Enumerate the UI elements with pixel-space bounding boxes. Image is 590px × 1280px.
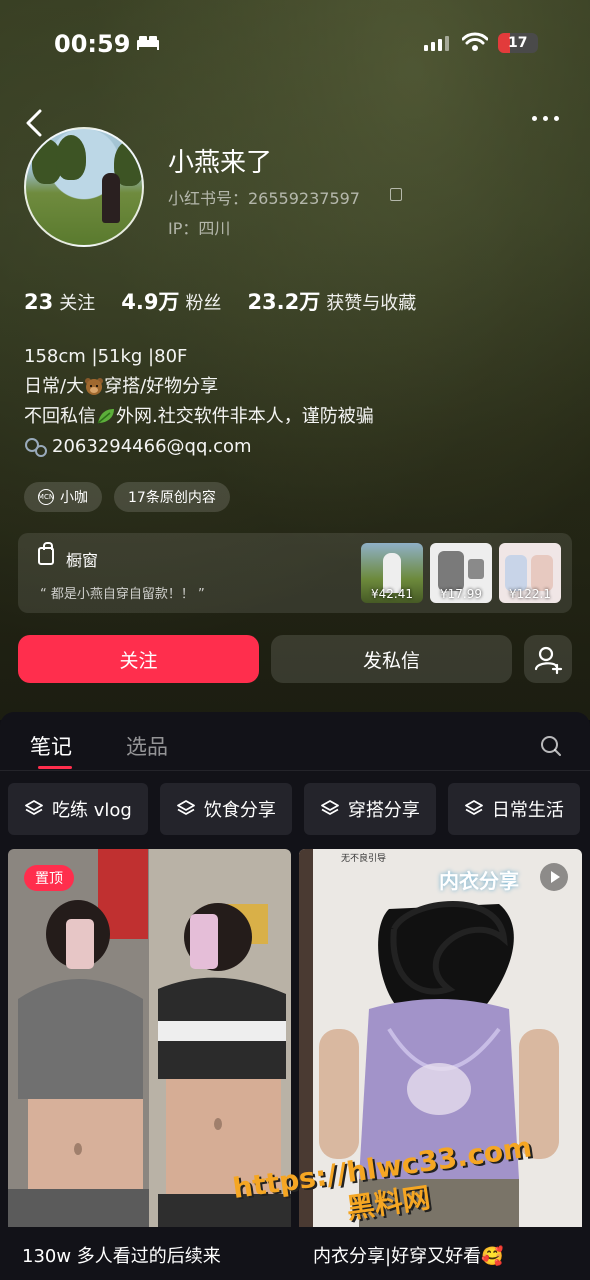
follow-button[interactable]: 关注: [18, 635, 259, 683]
leaf-emoji-icon: [97, 409, 114, 424]
profile-stats: 23 关注 4.9万 粉丝 23.2万 获赞与收藏: [24, 286, 416, 316]
layers-icon: [464, 800, 483, 815]
chip-collection[interactable]: 饮食分享: [159, 783, 292, 835]
bio: 158cm |51kg |80F 日常/大 穿搭/好物分享 不回私信 外网.社交软件…: [24, 342, 374, 462]
note-caption: 内衣分享|好穿又好看🥰: [313, 1246, 504, 1267]
shop-title: 橱窗: [66, 551, 99, 570]
shop-product-thumb[interactable]: ¥42.41: [361, 543, 423, 603]
layers-icon: [25, 800, 43, 815]
layers-icon: [320, 800, 339, 815]
tab-notes[interactable]: 笔记: [30, 731, 72, 761]
small-watermark-text: 无不良引导: [341, 854, 387, 864]
shop-desc: “ 都是小燕自穿自留款！！ ”: [40, 587, 205, 602]
avatar[interactable]: [24, 127, 144, 247]
play-icon: [540, 863, 568, 891]
collection-chips: 吃练 vlog 饮食分享 穿搭分享 日常生活: [8, 783, 590, 835]
bear-emoji-icon: [85, 378, 104, 395]
add-friend-button[interactable]: [524, 635, 572, 683]
mcn-tag[interactable]: MCN 小咖: [24, 482, 102, 512]
search-icon[interactable]: [540, 735, 562, 757]
layers-icon: [176, 800, 195, 815]
bio-line: 不回私信 外网.社交软件非本人，谨防被骗: [24, 406, 374, 427]
bio-line: 158cm |51kg |80F: [24, 346, 188, 367]
copy-icon[interactable]: [390, 188, 402, 201]
wifi-icon: [462, 32, 488, 51]
original-content-tag[interactable]: 17条原创内容: [114, 482, 230, 512]
bio-line: 日常/大 穿搭/好物分享: [24, 376, 219, 397]
note-caption: 130w 多人看过的后续来: [22, 1246, 221, 1267]
chip-collection[interactable]: 日常生活: [447, 783, 580, 835]
chip-collection[interactable]: 吃练 vlog: [8, 783, 148, 835]
stat-following[interactable]: 23 关注: [24, 289, 95, 315]
cellular-signal-icon: [424, 36, 449, 51]
divider: [0, 770, 590, 771]
stat-likes[interactable]: 23.2万 获赞与收藏: [247, 286, 416, 316]
bio-email: 2063294466@qq.com: [24, 432, 374, 462]
profile-tags: MCN 小咖 17条原创内容: [24, 482, 230, 512]
mcn-icon: MCN: [38, 489, 54, 505]
ip-location: IP：四川: [168, 219, 231, 238]
more-options-icon[interactable]: [532, 116, 559, 121]
shopping-bag-icon: [38, 542, 54, 565]
stat-followers[interactable]: 4.9万 粉丝: [121, 286, 221, 316]
active-tab-indicator: [38, 766, 72, 769]
back-icon[interactable]: [22, 108, 48, 138]
shop-window[interactable]: 橱窗 “ 都是小燕自穿自留款！！ ” ¥42.41 ¥17.99 ¥122.1: [18, 533, 572, 613]
status-time: 00:59: [54, 30, 131, 58]
cover-overlay-title: 内衣分享: [439, 869, 519, 893]
chip-collection[interactable]: 穿搭分享: [303, 783, 436, 835]
product-price: ¥122.1: [509, 587, 551, 601]
tab-picks[interactable]: 选品: [126, 731, 168, 761]
message-button[interactable]: 发私信: [271, 635, 512, 683]
profile-name: 小燕来了: [168, 148, 273, 178]
shop-product-thumb[interactable]: ¥17.99: [430, 543, 492, 603]
product-price: ¥17.99: [440, 587, 482, 601]
battery-indicator: 17: [498, 33, 538, 53]
battery-level: 17: [508, 35, 528, 51]
bubbles-emoji-icon: [25, 438, 47, 457]
redbook-id: 小红书号：26559237597: [168, 189, 360, 208]
sleep-mode-icon: [137, 36, 159, 50]
shop-product-thumb[interactable]: ¥122.1: [499, 543, 561, 603]
add-user-icon: [534, 646, 563, 675]
product-price: ¥42.41: [371, 587, 413, 601]
pinned-badge: 置顶: [24, 865, 74, 891]
